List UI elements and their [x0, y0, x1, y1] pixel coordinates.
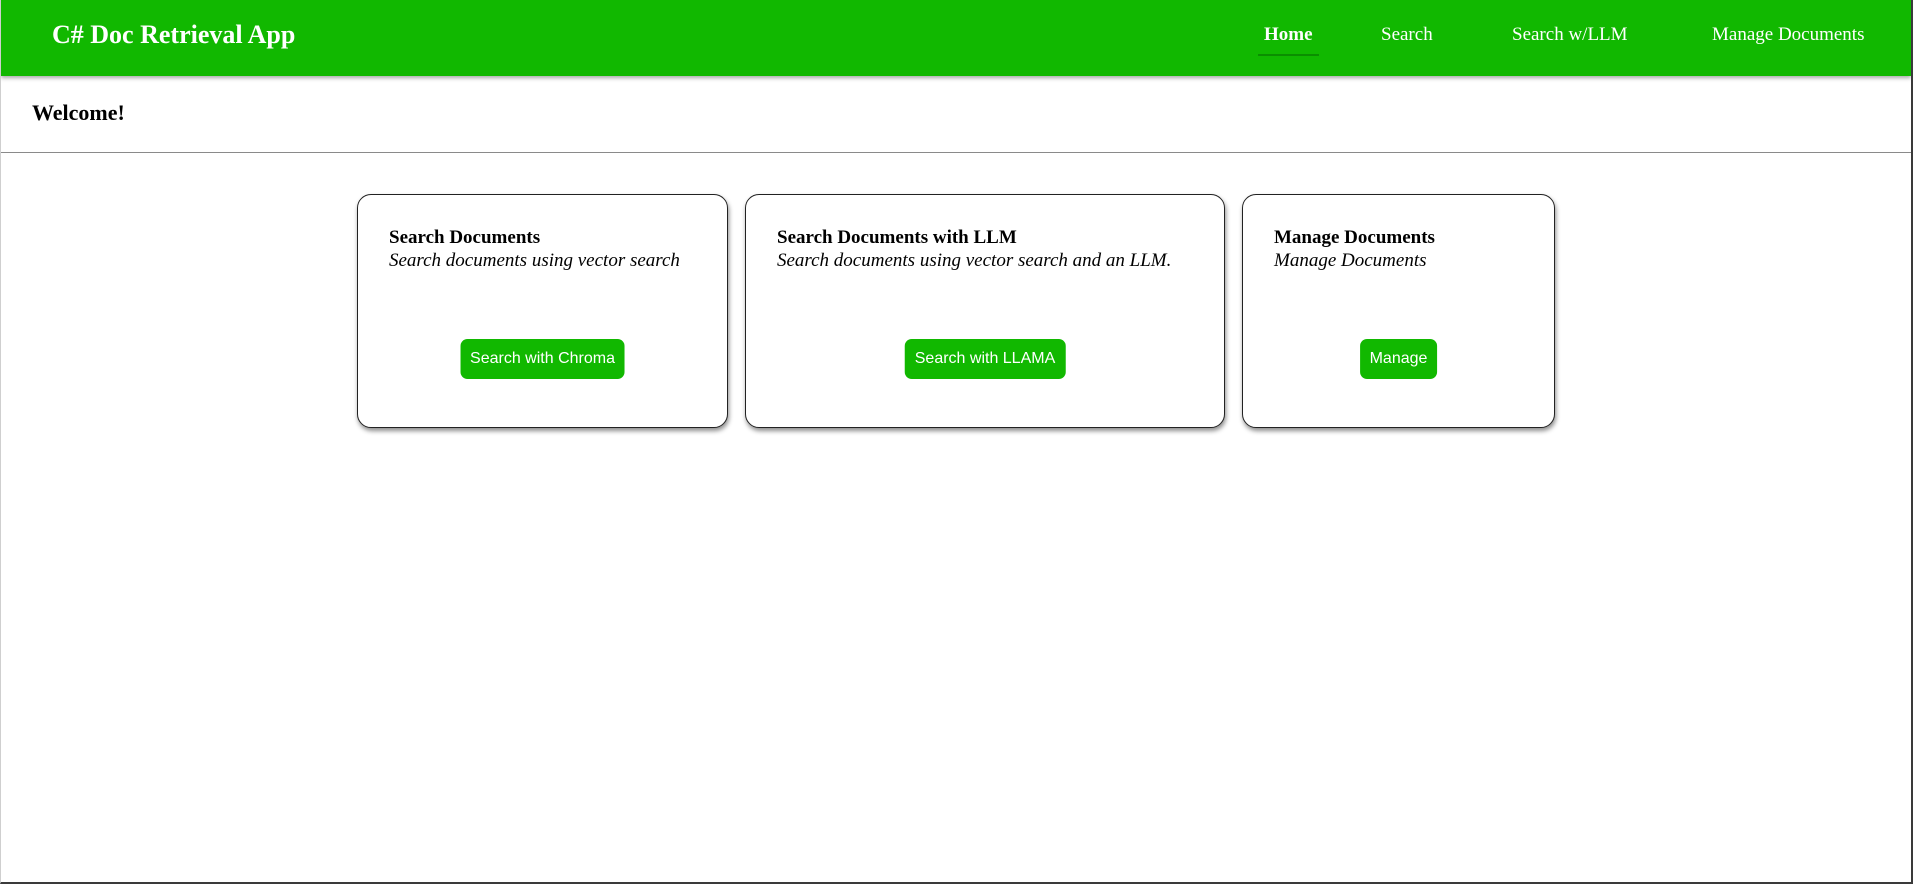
nav-link-search-llm[interactable]: Search w/LLM	[1512, 24, 1628, 58]
app-window: C# Doc Retrieval App Home Search Search …	[0, 0, 1913, 884]
card-description: Manage Documents	[1274, 250, 1427, 271]
welcome-header: Welcome!	[1, 76, 1911, 153]
nav-link-search[interactable]: Search	[1381, 24, 1433, 58]
top-navbar: C# Doc Retrieval App Home Search Search …	[1, 0, 1911, 76]
card-title: Manage Documents	[1274, 227, 1435, 248]
card-description: Search documents using vector search	[389, 250, 680, 271]
card-title: Search Documents with LLM	[777, 227, 1017, 248]
card-search-documents: Search Documents Search documents using …	[357, 194, 728, 428]
app-title[interactable]: C# Doc Retrieval App	[52, 20, 295, 50]
nav-link-manage-documents[interactable]: Manage Documents	[1712, 24, 1864, 58]
page-title: Welcome!	[32, 100, 125, 125]
card-manage-documents: Manage Documents Manage Documents Manage	[1242, 194, 1555, 428]
search-with-llama-button[interactable]: Search with LLAMA	[904, 339, 1066, 379]
card-title: Search Documents	[389, 227, 541, 248]
card-description: Search documents using vector search and…	[777, 250, 1172, 271]
search-with-chroma-button[interactable]: Search with Chroma	[460, 339, 625, 379]
manage-button[interactable]: Manage	[1359, 339, 1438, 379]
card-search-documents-llm: Search Documents with LLM Search documen…	[745, 194, 1225, 428]
nav-link-home[interactable]: Home	[1258, 24, 1319, 56]
